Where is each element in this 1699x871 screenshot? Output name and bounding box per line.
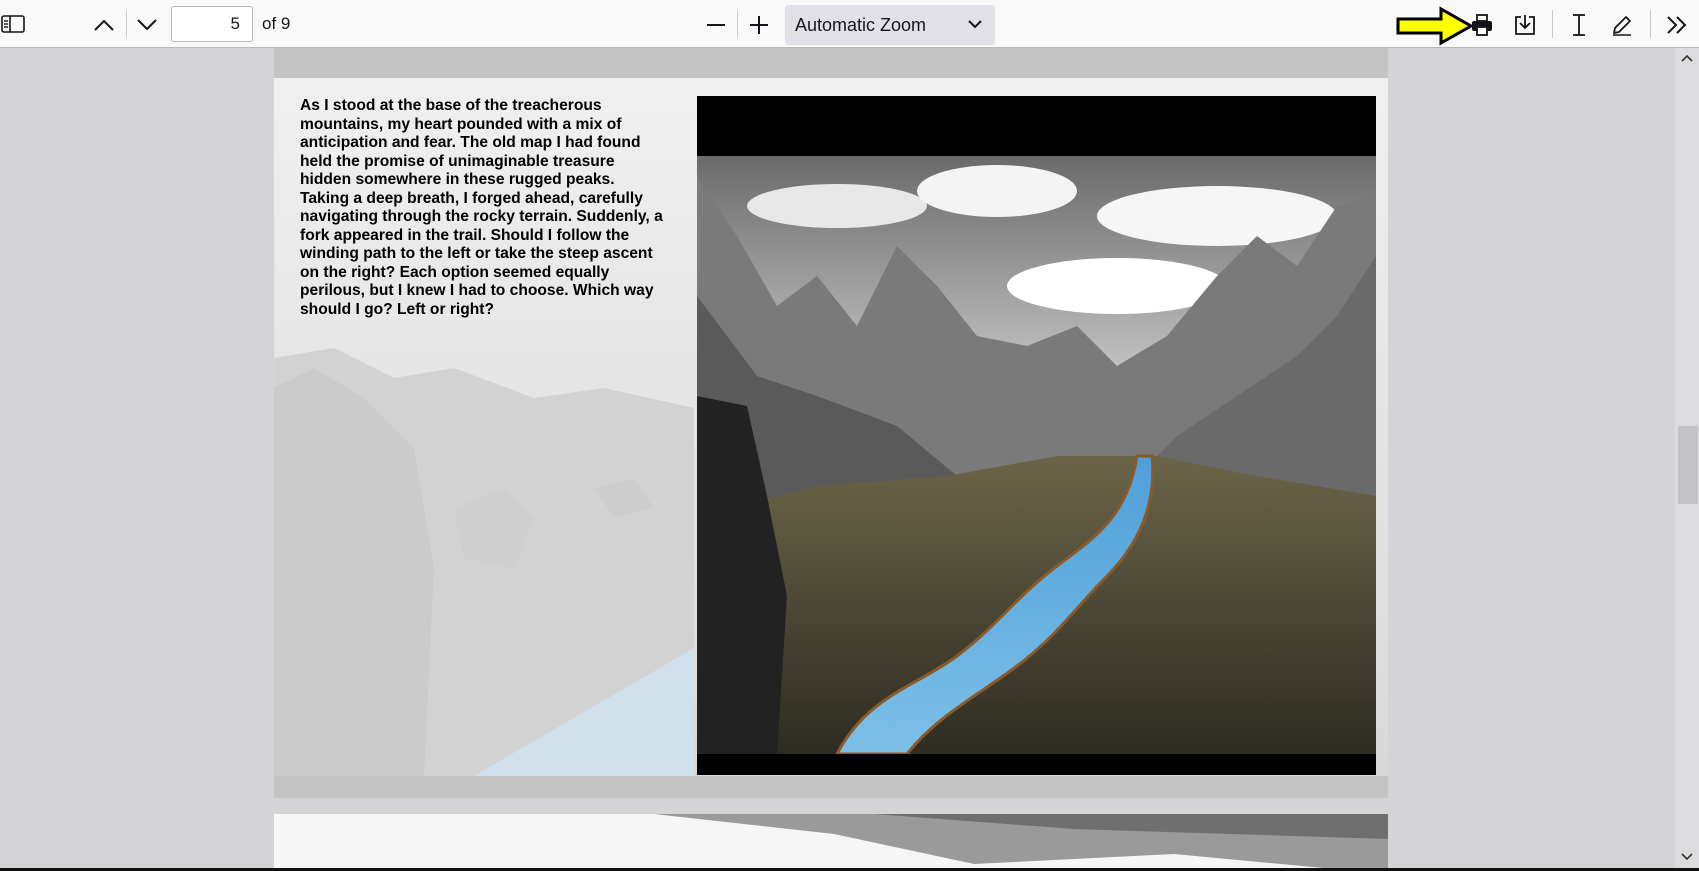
story-paragraph: As I stood at the base of the treacherou…: [300, 97, 663, 318]
next-page-background-art: [274, 814, 1388, 871]
previous-page-button[interactable]: [90, 12, 118, 38]
scroll-up-icon[interactable]: [1681, 54, 1693, 62]
scrollbar-thumb[interactable]: [1678, 426, 1698, 504]
pdf-toolbar: of 9 Automatic Zoom: [0, 0, 1699, 48]
chevron-down-icon: [137, 19, 157, 31]
toolbar-divider: [126, 10, 127, 38]
print-icon: [1472, 14, 1492, 36]
pdf-page: As I stood at the base of the treacherou…: [274, 48, 1388, 798]
text-tool-button[interactable]: [1566, 11, 1592, 39]
sidebar-toggle-button[interactable]: [0, 12, 26, 36]
zoom-in-icon: [750, 16, 768, 34]
zoom-in-button[interactable]: [746, 12, 772, 38]
page-count-label: of 9: [262, 14, 291, 33]
toolbar-divider: [1552, 10, 1553, 38]
next-pdf-page: [274, 814, 1388, 871]
zoom-select[interactable]: Automatic Zoom: [785, 5, 995, 45]
arrow-right-icon: [1396, 6, 1475, 46]
chevron-down-icon: [968, 20, 982, 29]
next-page-button[interactable]: [133, 12, 161, 38]
zoom-out-button[interactable]: [703, 12, 729, 38]
save-button[interactable]: [1511, 11, 1539, 39]
save-icon: [1515, 15, 1535, 35]
draw-pen-icon: [1613, 16, 1631, 36]
more-tools-button[interactable]: [1662, 12, 1692, 38]
print-button[interactable]: [1468, 11, 1496, 39]
toolbar-divider: [737, 10, 738, 38]
chevron-up-icon: [94, 19, 114, 31]
vertical-scrollbar[interactable]: [1675, 48, 1699, 871]
toolbar-divider: [1650, 10, 1651, 38]
zoom-out-icon: [707, 24, 725, 26]
document-viewer[interactable]: As I stood at the base of the treacherou…: [0, 48, 1699, 871]
zoom-selected-label: Automatic Zoom: [795, 14, 927, 35]
scroll-down-icon[interactable]: [1681, 853, 1693, 861]
sidebar-toggle-icon: [1, 15, 25, 33]
text-cursor-icon: [1573, 14, 1585, 36]
page-number-input[interactable]: [171, 6, 253, 42]
mountain-river-illustration: [697, 96, 1376, 775]
double-chevron-right-icon: [1667, 16, 1687, 34]
draw-button[interactable]: [1608, 11, 1636, 39]
